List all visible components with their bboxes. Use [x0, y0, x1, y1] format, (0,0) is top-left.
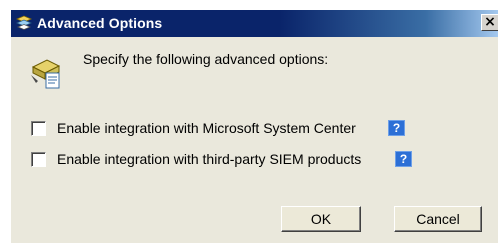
- options-icon: [15, 15, 33, 30]
- siem-label[interactable]: Enable integration with third-party SIEM…: [57, 151, 361, 167]
- system-center-label[interactable]: Enable integration with Microsoft System…: [57, 120, 356, 136]
- advanced-options-dialog: Advanced Options × Specify the following…: [10, 10, 498, 243]
- siem-checkbox[interactable]: [31, 152, 46, 167]
- system-center-help-button[interactable]: ?: [388, 120, 405, 136]
- close-icon: ×: [484, 14, 496, 30]
- system-center-checkbox[interactable]: [31, 121, 46, 136]
- dialog-title: Advanced Options: [37, 15, 163, 31]
- close-button[interactable]: ×: [481, 14, 498, 31]
- help-icon: ?: [392, 121, 401, 135]
- help-icon: ?: [399, 152, 408, 166]
- ok-button[interactable]: OK: [281, 206, 361, 232]
- title-bar[interactable]: Advanced Options ×: [11, 10, 498, 37]
- cancel-button[interactable]: Cancel: [394, 206, 482, 232]
- siem-help-button[interactable]: ?: [395, 151, 412, 167]
- header-instruction: Specify the following advanced options:: [83, 51, 329, 67]
- advanced-options-icon: [31, 59, 61, 89]
